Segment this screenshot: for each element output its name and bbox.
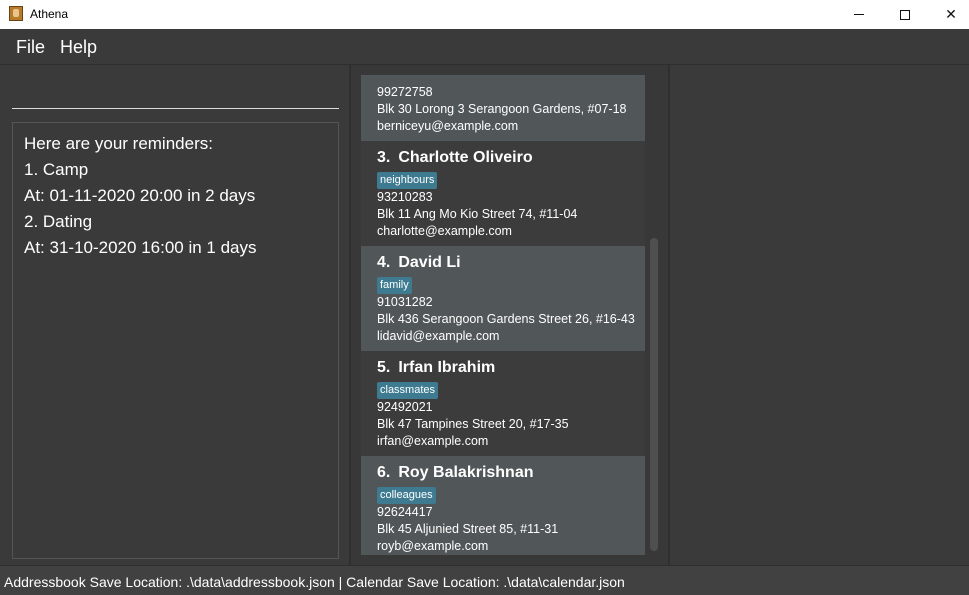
- contact-index: 6.: [377, 464, 391, 481]
- contact-email: irfan@example.com: [377, 434, 489, 448]
- menu-file[interactable]: File: [16, 37, 45, 58]
- contact-tag: classmates: [377, 382, 439, 399]
- contact-email: berniceyu@example.com: [377, 119, 519, 133]
- contact-index: 4.: [377, 254, 391, 271]
- contact-card[interactable]: 5. Irfan Ibrahim classmates 92492021 Blk …: [361, 351, 645, 456]
- status-bar: Addressbook Save Location: .\data\addres…: [0, 565, 969, 595]
- contact-name-text: David Li: [398, 254, 461, 271]
- contact-address: Blk 30 Lorong 3 Serangoon Gardens, #07-1…: [377, 102, 627, 116]
- contact-tag: family: [377, 277, 412, 294]
- contact-tag: neighbours: [377, 172, 438, 189]
- contact-card[interactable]: 3. Charlotte Oliveiro neighbours 93210283…: [361, 141, 645, 246]
- close-icon: ✕: [945, 6, 957, 22]
- window-title: Athena: [30, 7, 69, 21]
- contact-name-text: Roy Balakrishnan: [398, 464, 534, 481]
- contact-address: Blk 45 Aljunied Street 85, #11-31: [377, 522, 559, 536]
- contact-list-scrollbar[interactable]: [650, 238, 658, 551]
- contact-email: charlotte@example.com: [377, 224, 512, 238]
- result-line: 1. Camp: [24, 160, 89, 179]
- contact-address: Blk 436 Serangoon Gardens Street 26, #16…: [377, 312, 635, 326]
- contact-index: 5.: [377, 359, 391, 376]
- close-button[interactable]: ✕: [928, 0, 969, 29]
- result-line: At: 01-11-2020 20:00 in 2 days: [24, 186, 256, 205]
- contact-name: 6. Roy Balakrishnan: [377, 464, 645, 484]
- contact-list-pane: 99272758 Blk 30 Lorong 3 Serangoon Garde…: [349, 65, 670, 565]
- minimize-icon: [854, 14, 864, 15]
- result-line: Here are your reminders:: [24, 134, 213, 153]
- right-pane: [670, 65, 969, 565]
- contact-name: 5. Irfan Ibrahim: [377, 359, 645, 379]
- contact-list[interactable]: 99272758 Blk 30 Lorong 3 Serangoon Garde…: [361, 75, 645, 555]
- contact-email: lidavid@example.com: [377, 329, 500, 343]
- maximize-button[interactable]: [882, 0, 928, 29]
- contact-phone: 91031282: [377, 295, 433, 309]
- save-location-status: Addressbook Save Location: .\data\addres…: [4, 574, 625, 590]
- contact-name: 3. Charlotte Oliveiro: [377, 149, 645, 169]
- minimize-button[interactable]: [836, 0, 882, 29]
- contact-name-text: Irfan Ibrahim: [398, 359, 496, 376]
- contact-address: Blk 47 Tampines Street 20, #17-35: [377, 417, 569, 431]
- command-input[interactable]: [12, 65, 339, 109]
- menu-bar: File Help: [0, 29, 969, 65]
- contact-card[interactable]: 6. Roy Balakrishnan colleagues 92624417 B…: [361, 456, 645, 555]
- contact-phone: 99272758: [377, 85, 433, 99]
- contact-name: 4. David Li: [377, 254, 645, 274]
- contact-name-text: Charlotte Oliveiro: [398, 149, 533, 166]
- contact-phone: 92492021: [377, 400, 433, 414]
- contact-index: 3.: [377, 149, 391, 166]
- title-bar: Athena ✕: [0, 0, 969, 29]
- contact-address: Blk 11 Ang Mo Kio Street 74, #11-04: [377, 207, 578, 221]
- contact-card[interactable]: 4. David Li family 91031282 Blk 436 Seran…: [361, 246, 645, 351]
- contact-tag: colleagues: [377, 487, 436, 504]
- app-icon: [9, 6, 23, 21]
- menu-help[interactable]: Help: [60, 37, 97, 58]
- result-line: At: 31-10-2020 16:00 in 1 days: [24, 238, 257, 257]
- left-pane: Here are your reminders: 1. Camp At: 01-…: [0, 65, 349, 565]
- contact-email: royb@example.com: [377, 539, 489, 553]
- result-line: 2. Dating: [24, 212, 93, 231]
- contact-phone: 93210283: [377, 190, 433, 204]
- contact-card[interactable]: 99272758 Blk 30 Lorong 3 Serangoon Garde…: [361, 75, 645, 141]
- result-display: Here are your reminders: 1. Camp At: 01-…: [12, 122, 339, 559]
- maximize-icon: [900, 9, 910, 20]
- contact-phone: 92624417: [377, 505, 433, 519]
